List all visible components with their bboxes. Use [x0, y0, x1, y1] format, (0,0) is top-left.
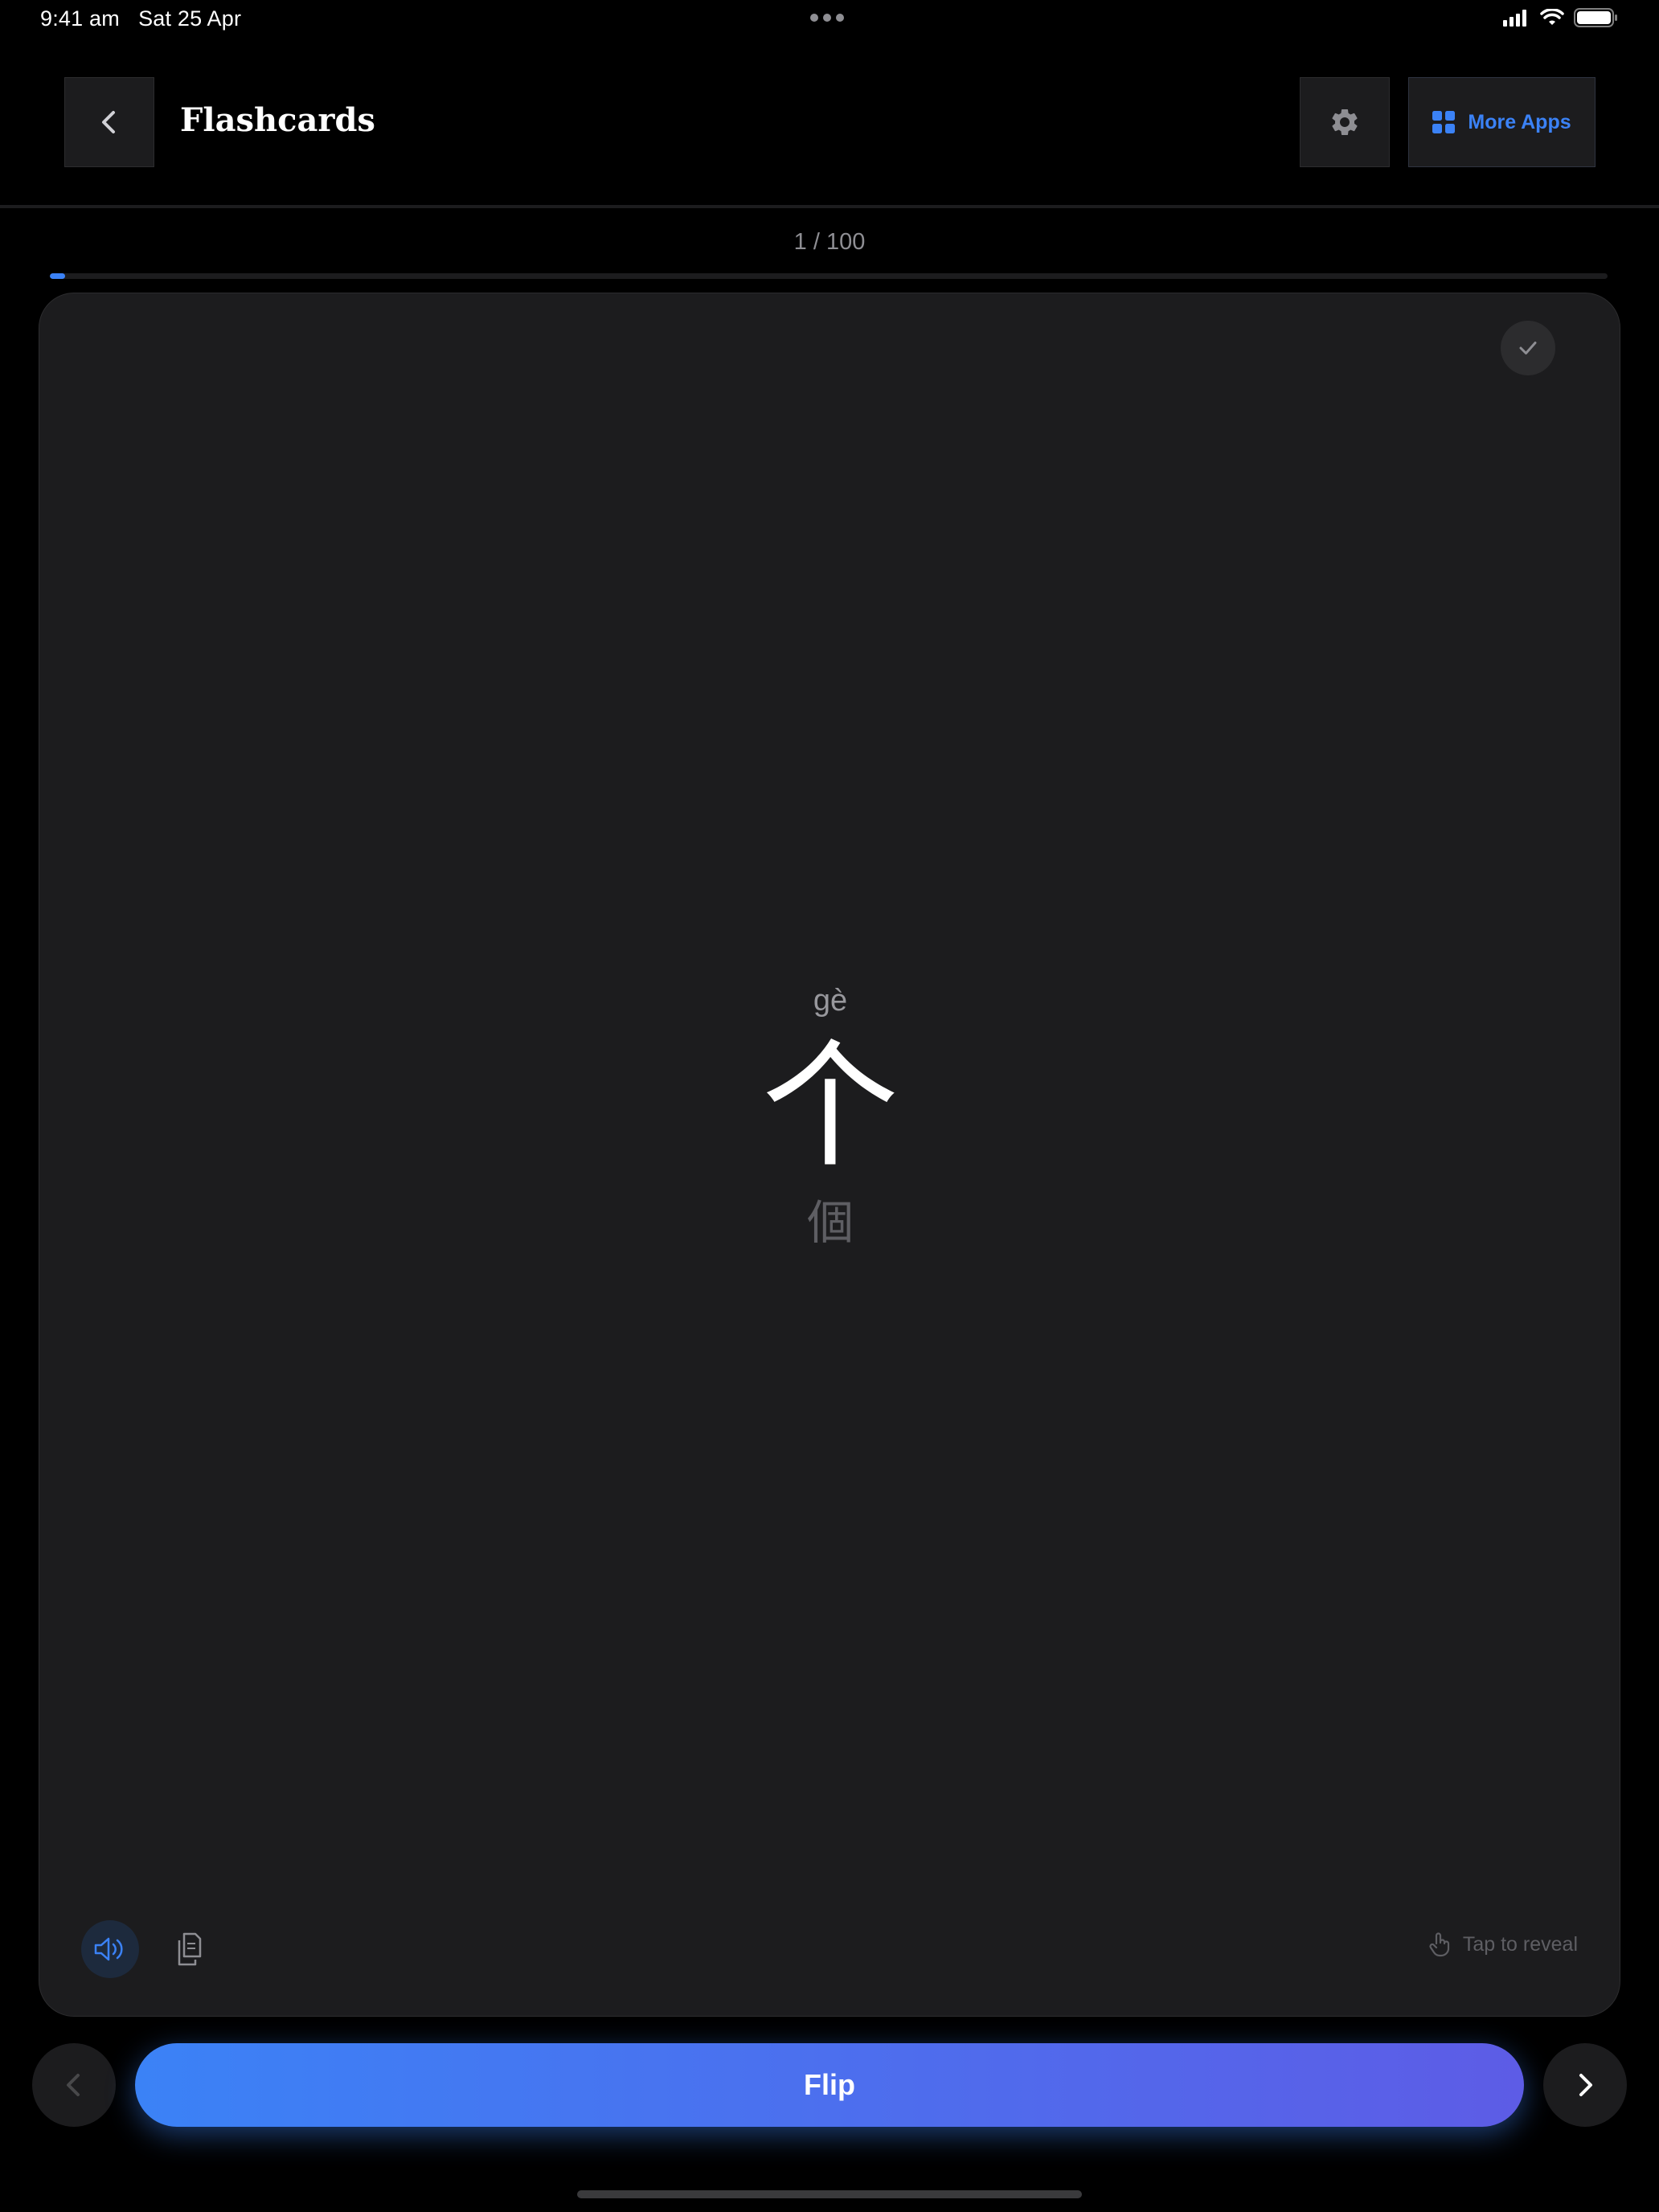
progress-bar-fill [50, 273, 66, 279]
back-button[interactable] [64, 77, 154, 167]
status-time-value: 9:41 am [40, 6, 120, 31]
page-title: Flashcards [180, 101, 375, 139]
speaker-icon [94, 1937, 123, 1961]
progress-counter: 1 / 100 [793, 229, 866, 255]
battery-icon [1574, 8, 1617, 27]
speaker-button[interactable] [81, 1920, 139, 1978]
card-content: gè 个 個 [39, 981, 1621, 1255]
checkmark-icon [1519, 342, 1537, 354]
status-bar: 9:41 am Sat 25 Apr [0, 0, 1659, 39]
more-apps-label: More Apps [1468, 110, 1571, 133]
multitasking-dots-icon[interactable] [810, 14, 844, 22]
copy-button[interactable] [160, 1920, 218, 1978]
header: Flashcards More Apps [0, 39, 1659, 206]
status-date: Sat 25 Apr [138, 6, 242, 31]
flashcard[interactable]: gè 个 個 Tap to reveal [39, 293, 1620, 2017]
traditional-character: 個 [806, 1195, 854, 1250]
status-time: 9:41 am Sat 25 Apr [40, 6, 241, 31]
tap-hint: Tap to reveal [1428, 1931, 1578, 1957]
pinyin: gè [813, 984, 848, 1018]
chevron-left-icon [67, 2074, 80, 2096]
status-icons [1503, 8, 1619, 27]
signal-icon [1503, 10, 1526, 27]
mark-known-button[interactable] [1501, 321, 1555, 375]
chevron-right-icon [1579, 2074, 1592, 2096]
previous-card-button[interactable] [32, 2043, 116, 2127]
wifi-icon [1540, 9, 1564, 25]
chevron-left-icon [102, 111, 115, 133]
next-card-button[interactable] [1543, 2043, 1627, 2127]
copy-icon [178, 1932, 202, 1966]
flip-button[interactable]: Flip [135, 2043, 1524, 2127]
more-apps-button[interactable]: More Apps [1408, 77, 1596, 167]
home-indicator[interactable] [577, 2190, 1082, 2198]
settings-button[interactable] [1300, 77, 1390, 167]
tap-hint-label: Tap to reveal [1462, 1932, 1578, 1956]
simplified-character: 个 [761, 1027, 899, 1186]
tap-hand-icon [1429, 1932, 1449, 1957]
flip-label: Flip [804, 2068, 855, 2101]
progress-bar [50, 273, 1608, 279]
grid-icon [1432, 111, 1456, 133]
gear-icon [1332, 109, 1358, 135]
header-divider [0, 205, 1659, 208]
